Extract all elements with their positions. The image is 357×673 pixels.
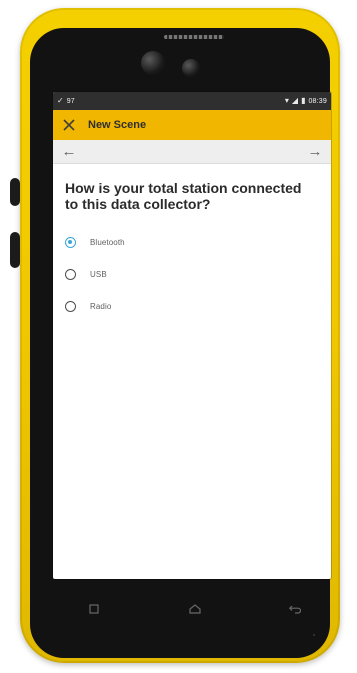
- connection-question: How is your total station connected to t…: [65, 180, 302, 212]
- back-icon[interactable]: [283, 597, 307, 621]
- option-usb[interactable]: USB: [65, 266, 319, 282]
- app-header: New Scene: [53, 110, 331, 140]
- connection-options: Bluetooth USB Radio: [65, 234, 319, 314]
- arrow-right-icon[interactable]: →: [306, 143, 324, 161]
- device-screen: ✓ 97 ▾ ◢ ▮ 08:39 New Scene ← → How is yo…: [53, 92, 331, 579]
- status-left: ✓ 97: [57, 97, 75, 105]
- device-corner-marker: [313, 634, 315, 636]
- usb-radio[interactable]: [65, 268, 76, 280]
- hardware-softkeys: [82, 591, 307, 627]
- bluetooth-radio[interactable]: [65, 236, 76, 248]
- main-content: How is your total station connected to t…: [53, 164, 331, 314]
- battery-icon: ▮: [301, 96, 306, 105]
- status-time: 08:39: [308, 97, 327, 105]
- device-mockup: ✓ 97 ▾ ◢ ▮ 08:39 New Scene ← → How is yo…: [0, 0, 357, 673]
- status-right: ▾ ◢ ▮ 08:39: [285, 97, 327, 105]
- wizard-navigation: ← →: [53, 140, 331, 164]
- page-title: New Scene: [88, 119, 147, 131]
- sensor-icon: [182, 59, 200, 77]
- top-speaker-grille: [164, 35, 224, 39]
- radio-label: Radio: [90, 301, 112, 311]
- status-bar: ✓ 97 ▾ ◢ ▮ 08:39: [53, 92, 331, 110]
- bluetooth-label: Bluetooth: [90, 237, 125, 247]
- side-key-lower: [10, 232, 20, 268]
- status-left-text: 97: [66, 97, 75, 105]
- radio-connection-radio[interactable]: [65, 300, 76, 312]
- arrow-left-icon[interactable]: ←: [60, 143, 78, 161]
- option-bluetooth[interactable]: Bluetooth: [65, 234, 319, 250]
- home-icon[interactable]: [183, 597, 207, 621]
- signal-icon: ◢: [291, 96, 299, 105]
- recent-apps-icon[interactable]: [82, 597, 106, 621]
- wifi-icon: ▾: [284, 96, 289, 105]
- option-radio[interactable]: Radio: [65, 298, 319, 314]
- notification-icon: ✓: [57, 96, 64, 105]
- side-key-upper: [10, 178, 20, 206]
- usb-label: USB: [90, 269, 107, 279]
- front-camera-icon: [141, 51, 165, 75]
- close-icon[interactable]: [60, 116, 78, 134]
